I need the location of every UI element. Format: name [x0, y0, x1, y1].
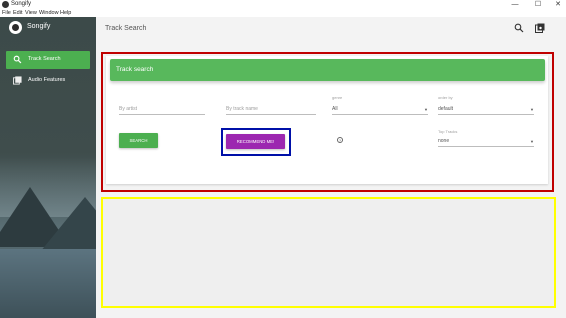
brand-name: Songify — [27, 23, 51, 30]
menu-file[interactable]: File — [2, 9, 11, 17]
order-by-label: order by — [438, 95, 453, 100]
genre-label: genre — [332, 95, 343, 100]
search-icon — [13, 55, 22, 64]
results-area — [101, 197, 556, 308]
track-name-placeholder: By track name — [226, 106, 258, 112]
logo-icon — [9, 21, 22, 34]
library-music-icon[interactable] — [534, 23, 546, 35]
menu-window[interactable]: Window — [39, 9, 59, 17]
top-tracks-select[interactable]: Top Tracks none ▼ — [438, 129, 534, 147]
order-by-select[interactable]: order by default ▼ — [438, 95, 534, 115]
maximize-button[interactable]: ☐ — [531, 0, 545, 9]
sidebar-item-track-search[interactable]: Track Search — [6, 51, 90, 69]
library-icon — [13, 76, 22, 85]
search-icon[interactable] — [513, 23, 525, 35]
header: Track Search — [96, 17, 566, 42]
artist-input[interactable]: By artist — [119, 99, 205, 115]
menu-view[interactable]: View — [25, 9, 37, 17]
sidebar-item-audio-features[interactable]: Audio Features — [6, 72, 90, 90]
page-title: Track Search — [105, 25, 147, 32]
top-tracks-value: none — [438, 138, 450, 144]
recommend-button[interactable]: RECOMMEND ME! — [226, 134, 285, 149]
artist-placeholder: By artist — [119, 106, 138, 112]
title-bar: Songify — ☐ ✕ — [0, 0, 566, 9]
top-tracks-label: Top Tracks — [438, 129, 458, 134]
chevron-down-icon: ▼ — [530, 107, 534, 112]
genre-value: All — [332, 106, 338, 112]
brand[interactable]: Songify — [9, 21, 89, 35]
help-icon[interactable]: ? — [337, 137, 343, 143]
search-card-header: Track search — [110, 59, 545, 81]
menu-edit[interactable]: Edit — [13, 9, 22, 17]
genre-select[interactable]: genre All ▼ — [332, 95, 428, 115]
menu-bar: File Edit View Window Help — [0, 9, 566, 17]
order-by-value: default — [438, 106, 454, 112]
menu-help[interactable]: Help — [60, 9, 71, 17]
track-name-input[interactable]: By track name — [226, 99, 316, 115]
chevron-down-icon: ▼ — [424, 107, 428, 112]
sidebar-item-label: Audio Features — [28, 77, 66, 83]
search-card-title: Track search — [116, 66, 154, 73]
search-button[interactable]: SEARCH — [119, 133, 158, 148]
close-button[interactable]: ✕ — [551, 0, 565, 9]
minimize-button[interactable]: — — [508, 0, 522, 9]
app-icon — [2, 1, 9, 8]
sidebar-item-label: Track Search — [28, 56, 61, 62]
chevron-down-icon: ▼ — [530, 139, 534, 144]
window-title: Songify — [11, 1, 32, 7]
